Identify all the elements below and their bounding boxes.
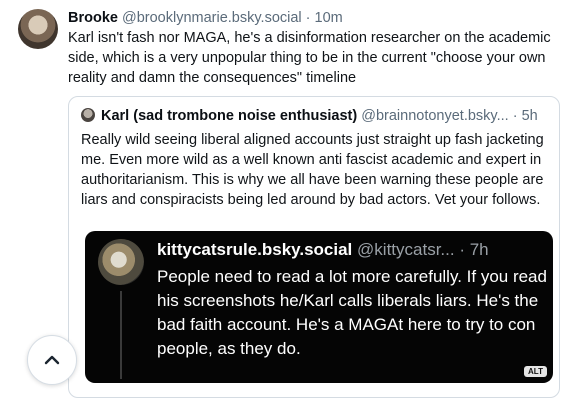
quoted-post-body: Really wild seeing liberal aligned accou… (81, 132, 544, 208)
scroll-to-top-button[interactable] (27, 335, 77, 385)
quoted-post-header: Karl (sad trombone noise enthusiast) @br… (81, 107, 551, 125)
post-body: Karl isn't fash nor MAGA, he's a disinfo… (68, 30, 551, 86)
quoted-header-separator: · (508, 108, 522, 124)
quoted-author-name: Karl (sad trombone noise enthusiast) (101, 108, 358, 124)
post-header: Brooke @brooklynmarie.bsky.social · 10m (68, 9, 343, 27)
author-name[interactable]: Brooke (68, 10, 118, 26)
quoted-author-handle: @brainnotonyet.bsky... (361, 108, 509, 124)
alt-text-badge[interactable]: ALT (524, 366, 547, 377)
embedded-author-handle: @kittycatsr... (357, 240, 455, 259)
embedded-post-header: kittycatsrule.bsky.social @kittycatsr...… (157, 239, 489, 261)
quoted-post[interactable]: Karl (sad trombone noise enthusiast) @br… (68, 96, 560, 398)
quoted-author-avatar (81, 108, 95, 122)
embedded-author-avatar (98, 239, 144, 285)
thread-line (120, 291, 122, 379)
author-handle[interactable]: @brooklynmarie.bsky.social (122, 10, 302, 26)
author-avatar[interactable] (18, 9, 58, 49)
embedded-post-timestamp: 7h (469, 240, 489, 259)
screenshot-image[interactable]: kittycatsrule.bsky.social @kittycatsr...… (85, 231, 553, 383)
embedded-header-separator: · (454, 240, 470, 259)
chevron-up-icon (44, 355, 60, 365)
header-separator: · (301, 10, 315, 26)
embedded-author-name: kittycatsrule.bsky.social (157, 240, 353, 259)
embedded-post-body: People need to read a lot more carefully… (157, 267, 547, 358)
quoted-post-timestamp: 5h (521, 108, 538, 124)
post-timestamp[interactable]: 10m (315, 10, 343, 26)
